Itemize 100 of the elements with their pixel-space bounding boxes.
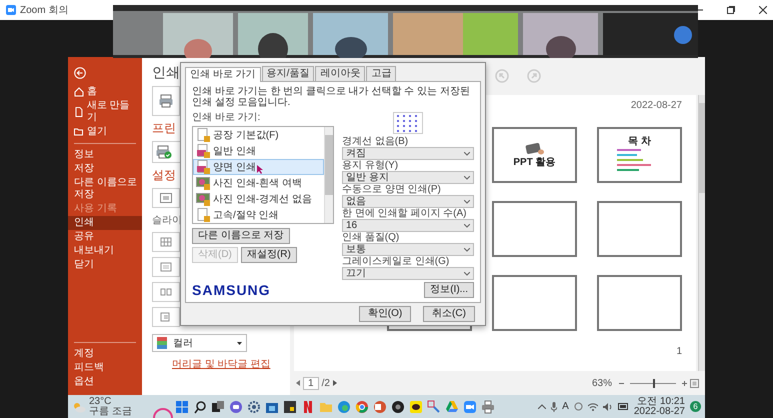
app-logo-icon <box>6 5 16 15</box>
setting-dropdown[interactable] <box>152 232 180 252</box>
nav-item[interactable]: 열기 <box>68 125 142 139</box>
volume-icon[interactable] <box>602 402 613 410</box>
nav-item[interactable]: 옵션 <box>68 375 142 389</box>
search-icon[interactable] <box>192 400 207 414</box>
option-dropdown[interactable]: 일반 용지 <box>342 171 474 184</box>
input-method-icon[interactable] <box>574 402 583 411</box>
nav-item[interactable]: 피드백 <box>68 361 142 375</box>
browser-icon[interactable] <box>336 400 351 414</box>
item-label: 사진 인쇄-경계선 없음 <box>213 193 312 206</box>
grid-icon <box>160 237 172 247</box>
mouse-pointer-icon <box>257 165 263 174</box>
window-title: Zoom 회의 <box>20 4 68 17</box>
tab[interactable]: 인쇄 바로 가기 <box>185 67 261 82</box>
option-label: 인쇄 품질(Q) <box>342 232 400 243</box>
zoom-in-icon[interactable] <box>682 380 687 386</box>
setting-dropdown[interactable] <box>152 188 180 208</box>
list-label: 인쇄 바로 가기: <box>192 112 262 124</box>
zoom-percent[interactable]: 63% <box>592 378 612 388</box>
option-dropdown[interactable]: 없음 <box>342 195 474 208</box>
list-item[interactable]: 공장 기본값(F) <box>193 127 324 143</box>
header-footer-link[interactable]: 머리글 및 바닥글 편집 <box>172 357 270 371</box>
microphone-icon[interactable] <box>551 402 558 412</box>
list-item[interactable]: 일반 인쇄 <box>193 143 324 159</box>
recorder-icon[interactable] <box>390 400 405 414</box>
app-tile-icon[interactable] <box>282 400 297 414</box>
section-heading: 프린 <box>152 121 176 136</box>
caret-icon <box>464 176 470 180</box>
chat-icon[interactable] <box>228 400 243 414</box>
nav-item[interactable]: 공유 <box>68 230 142 244</box>
close-icon[interactable] <box>759 6 767 14</box>
chat-bubble-icon[interactable] <box>408 400 423 414</box>
fit-page-icon[interactable] <box>690 378 699 388</box>
browser-icon[interactable] <box>354 400 369 414</box>
ok-button[interactable]: 확인(O) <box>359 306 411 322</box>
task-view-icon[interactable] <box>210 400 225 414</box>
battery-icon[interactable] <box>618 403 629 410</box>
item-label: 일반 인쇄 <box>213 145 256 158</box>
nav-item[interactable]: 홈 <box>68 85 142 99</box>
back-arrow-icon[interactable] <box>74 67 86 79</box>
clock-date[interactable]: 2022-08-27 <box>634 406 685 416</box>
setting-dropdown[interactable] <box>152 282 180 302</box>
list-item[interactable]: 사진 인쇄-경계선 없음 <box>193 191 324 207</box>
dialog-button[interactable]: 다른 이름으로 저장 <box>192 228 290 244</box>
option-label: 한 면에 인쇄할 페이지 수(A) <box>342 208 468 219</box>
triangle-logo-icon[interactable] <box>444 400 459 414</box>
start-icon[interactable] <box>174 400 189 414</box>
scrollbar[interactable] <box>698 95 705 371</box>
list-item[interactable]: 고속/절약 인쇄 <box>193 207 324 223</box>
option-dropdown[interactable]: 보통 <box>342 243 474 256</box>
next-page-icon[interactable] <box>332 380 337 386</box>
option-dropdown[interactable]: 끄기 <box>342 267 474 280</box>
temperature: 23°C <box>89 396 112 406</box>
tab[interactable]: 용지/품질 <box>262 66 314 81</box>
item-label: 사진 인쇄-흰색 여백 <box>213 177 302 190</box>
previous-page-icon[interactable] <box>296 380 300 386</box>
print-button[interactable] <box>152 86 180 116</box>
photo-thumbnail-icon <box>196 192 210 206</box>
maximize-icon[interactable] <box>727 6 735 14</box>
zoom-out-icon[interactable] <box>619 380 624 386</box>
list-item[interactable]: 사진 인쇄-흰색 여백 <box>193 175 324 191</box>
option-dropdown[interactable]: 16 <box>342 219 474 232</box>
gear-icon[interactable] <box>246 400 261 414</box>
tab[interactable]: 레이아웃 <box>315 66 366 81</box>
setting-dropdown[interactable] <box>152 257 180 277</box>
nav-item[interactable]: 새로 만들기 <box>68 99 142 125</box>
tab[interactable]: 고급 <box>366 66 396 81</box>
color-stripes-icon <box>157 337 167 349</box>
nav-item[interactable]: 인쇄 <box>68 216 142 230</box>
page-thumbnail-icon <box>196 160 210 174</box>
nav-item[interactable]: 정보 <box>68 148 142 162</box>
about-button[interactable]: 정보(I)... <box>424 282 474 298</box>
option-dropdown[interactable]: 켜짐 <box>342 147 474 160</box>
wifi-icon[interactable] <box>588 402 598 410</box>
nav-item[interactable]: 저장 <box>68 162 142 176</box>
video-camera-icon[interactable] <box>462 400 477 414</box>
item-label: 고속/절약 인쇄 <box>213 209 279 222</box>
input-language[interactable]: A <box>562 401 569 412</box>
color-dropdown[interactable]: 컬러 <box>152 334 247 352</box>
chevron-up-icon[interactable] <box>538 404 546 409</box>
cancel-button[interactable]: 취소(C) <box>423 306 475 322</box>
page-thumbnail-icon <box>196 144 210 158</box>
dialog-button[interactable]: 재설정(R) <box>240 247 297 263</box>
folder-icon <box>74 127 84 137</box>
notification-badge[interactable]: 6 <box>690 401 701 412</box>
cursor-ring-icon <box>152 406 174 418</box>
nav-item[interactable]: 닫기 <box>68 258 142 272</box>
setting-dropdown[interactable] <box>152 307 180 327</box>
nav-item[interactable]: 내보내기 <box>68 244 142 258</box>
nav-item[interactable]: 계정 <box>68 347 142 361</box>
scrollbar[interactable] <box>324 127 333 223</box>
presentation-app-icon[interactable] <box>372 400 387 414</box>
printer-icon[interactable] <box>480 400 495 414</box>
nav-item[interactable]: 다른 이름으로 저장 <box>68 176 142 202</box>
clock-time[interactable]: 오전 10:21 <box>637 396 685 406</box>
caret-icon <box>464 272 470 276</box>
list-item[interactable]: 양면 인쇄 <box>193 159 324 175</box>
keyboard-drawing <box>524 142 546 156</box>
page-field[interactable]: 1 <box>303 376 319 390</box>
